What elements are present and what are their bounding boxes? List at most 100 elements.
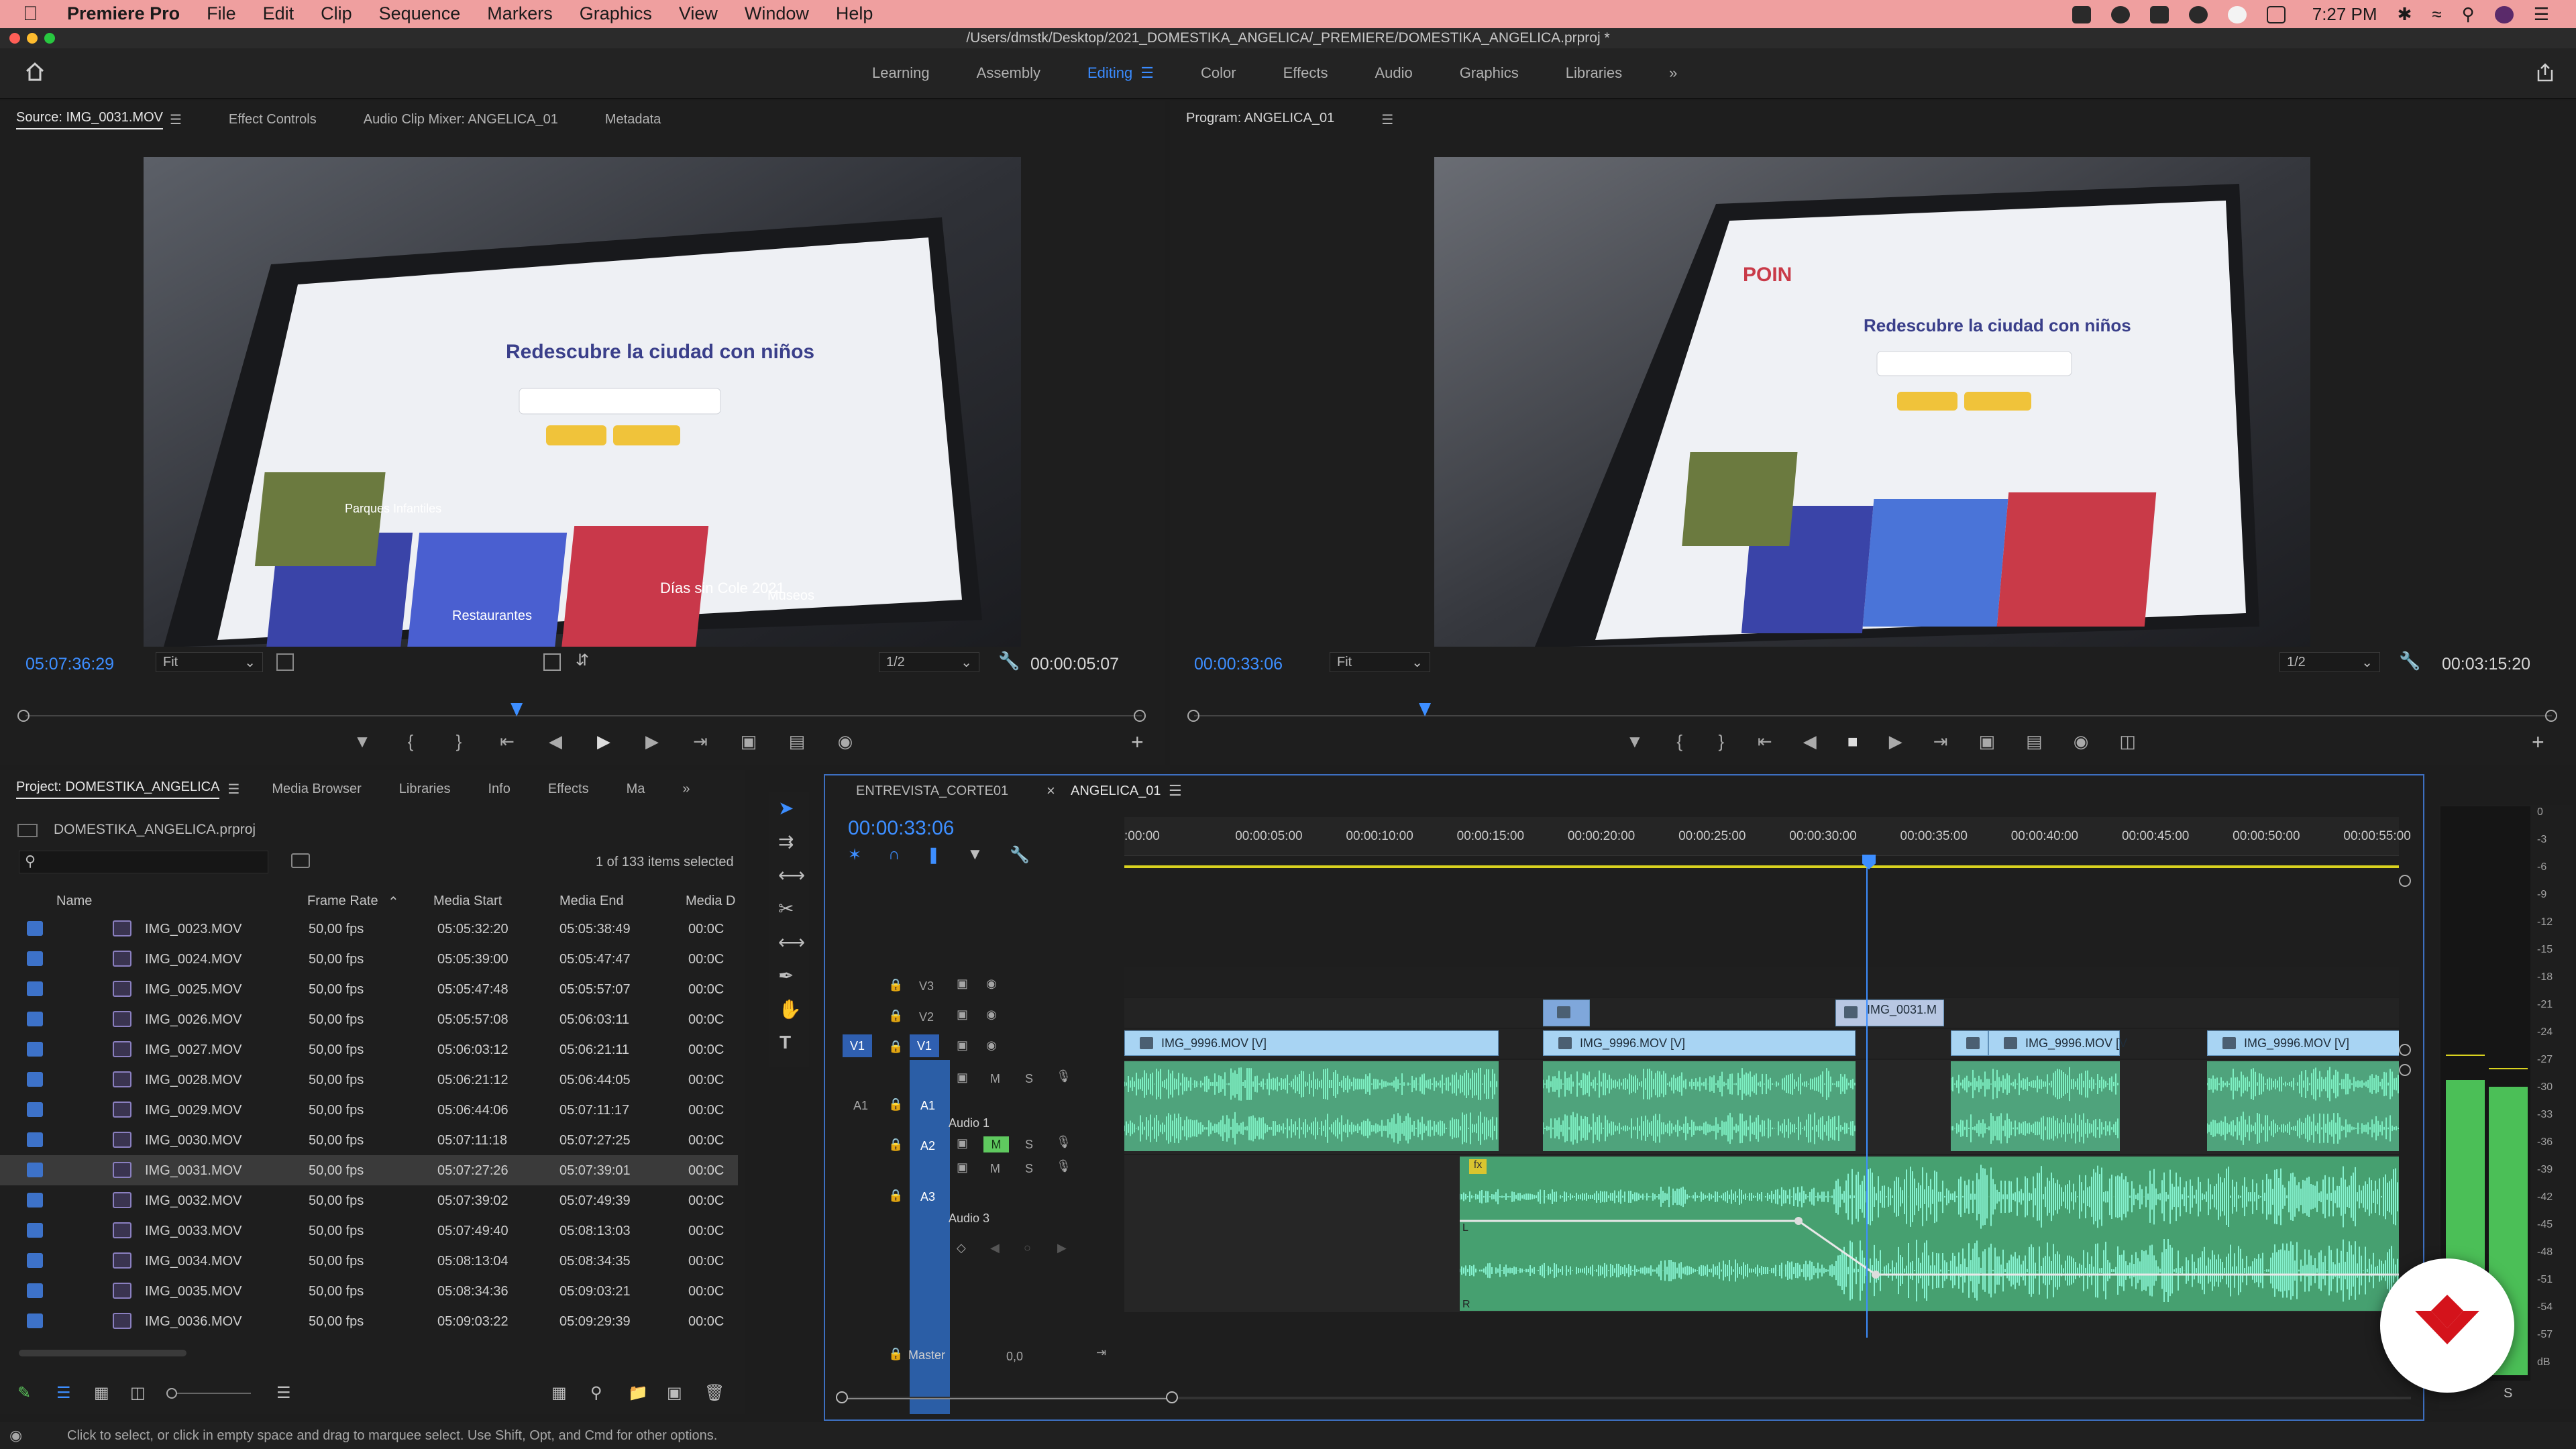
track-label-a2[interactable]: A2 [920,1139,935,1153]
table-row[interactable]: IMG_0026.MOV 50,00 fps 05:05:57:08 05:06:03… [0,1004,738,1034]
source-tab-1[interactable]: Effect Controls [229,112,317,127]
table-row[interactable]: IMG_0029.MOV 50,00 fps 05:06:44:06 05:07:11… [0,1095,738,1125]
icon-view-icon[interactable]: ▦ [94,1383,109,1403]
zoom-handle-left[interactable] [836,1391,848,1403]
insert-icon[interactable]: ⇵ [576,651,589,670]
trash-icon[interactable]: 🗑 [704,1383,724,1403]
voiceover-record-icon[interactable]: 🎙 [1056,1135,1071,1149]
program-resolution-dropdown[interactable]: 1/2 ⌄ [2279,652,2380,672]
program-timecode[interactable]: 00:00:33:06 [1194,655,1283,674]
v2-clip-small[interactable] [1543,1000,1590,1026]
automate-to-sequence-icon[interactable]: ▦ [551,1383,567,1403]
table-row[interactable]: IMG_0025.MOV 50,00 fps 05:05:47:48 05:05:57… [0,974,738,1004]
table-row[interactable]: IMG_0031.MOV 50,00 fps 05:07:27:26 05:07:39… [0,1155,738,1185]
volume-rubberband[interactable] [1460,1157,2399,1311]
control-center-icon[interactable]: ☰ [2534,4,2549,25]
razor-tool-icon[interactable]: ✂ [778,898,794,920]
timeline-zoom-range[interactable] [840,1398,1169,1399]
program-scrubber[interactable] [1194,692,2552,716]
slip-tool-icon[interactable]: ⟷ [778,931,805,953]
label-color-chip[interactable] [27,1072,43,1087]
a1-audio-clip[interactable] [1124,1061,1499,1151]
mark-in-icon[interactable]: { [402,731,419,752]
type-tool-icon[interactable]: T [780,1032,791,1053]
label-color-chip[interactable] [27,921,43,936]
program-fit-dropdown[interactable]: Fit ⌄ [1330,652,1430,672]
project-tab-1[interactable]: Media Browser [272,782,361,797]
v2-clip-img0031[interactable]: IMG_0031.M [1835,1000,1944,1026]
nest-icon[interactable]: ✶ [848,845,861,865]
timeline-ruler[interactable]: :00:00 00:00:05:00 00:00:10:00 00:00:15:00 0… [1124,817,2411,856]
add-button-icon[interactable]: + [2532,730,2544,755]
search-icon[interactable]: ⚲ [2462,4,2475,25]
tab-angelica[interactable]: ANGELICA_01 [1071,784,1161,799]
tab-entrevista[interactable]: ENTREVISTA_CORTE01 [856,784,1008,799]
lock-icon[interactable]: 🔒 [888,1040,903,1054]
lift-icon[interactable]: ▣ [1979,731,1996,752]
col-media-duration[interactable]: Media D [686,894,735,909]
source-fit-dropdown[interactable]: Fit ⌄ [156,652,263,672]
v1-clip[interactable]: IMG_9996.MOV [V] [1124,1030,1499,1056]
menu-app-name[interactable]: Premiere Pro [67,3,180,24]
eye-icon[interactable]: ◉ [986,1008,997,1022]
go-to-out-icon[interactable]: ⇥ [1933,731,1948,752]
export-frame-icon[interactable]: ◉ [837,731,854,752]
table-row[interactable]: IMG_0034.MOV 50,00 fps 05:08:13:04 05:08:34… [0,1246,738,1276]
compare-view-icon[interactable]: ◫ [2119,731,2136,752]
mute-button[interactable]: M [990,1162,1000,1176]
sync-lock-icon[interactable]: ▣ [957,1136,968,1150]
project-tab-3[interactable]: Info [488,782,510,797]
panel-menu-icon[interactable]: ☰ [1381,111,1393,128]
overwrite-edit-icon[interactable]: ▤ [788,731,806,752]
bluetooth-icon[interactable]: ✱ [2398,4,2412,25]
mark-out-icon[interactable]: } [1716,731,1727,752]
add-marker-icon[interactable]: ▼ [354,731,371,752]
screen-mirroring-icon[interactable] [2266,5,2286,23]
menubar-app-icon[interactable] [2227,5,2247,23]
panel-overflow-icon[interactable]: » [682,782,690,797]
track-v3[interactable] [1124,967,2399,997]
eye-icon[interactable]: ◉ [986,977,997,991]
label-color-chip[interactable] [27,1102,43,1117]
label-color-chip[interactable] [27,1012,43,1026]
home-icon[interactable] [24,62,46,82]
track-select-tool-icon[interactable]: ⇉ [778,830,794,853]
step-forward-icon[interactable]: ▶ [1889,731,1902,752]
lock-icon[interactable]: 🔒 [888,1189,903,1203]
lock-icon[interactable]: 🔒 [888,1097,903,1112]
mark-in-icon[interactable]: { [1674,731,1685,752]
source-resolution-dropdown[interactable]: 1/2 ⌄ [879,652,979,672]
mute-button[interactable]: M [990,1072,1000,1086]
source-tab-3[interactable]: Metadata [605,112,661,127]
label-color-chip[interactable] [27,1193,43,1208]
label-color-chip[interactable] [27,981,43,996]
sync-lock-icon[interactable]: ▣ [957,977,968,991]
label-color-chip[interactable] [27,1223,43,1238]
zoom-slider-thumb[interactable] [166,1388,177,1399]
panel-menu-icon[interactable]: ☰ [227,781,239,798]
go-to-end-icon[interactable]: ⇥ [1096,1346,1106,1360]
keyframe-toggle-icon[interactable]: ◇ [957,1241,966,1255]
col-media-end[interactable]: Media End [559,894,624,909]
apple-icon[interactable]:  [23,3,38,25]
solo-button[interactable]: S [1025,1138,1033,1152]
workspace-menu-icon[interactable]: ☰ [1140,64,1154,82]
menubar-app-icon[interactable] [2149,5,2169,23]
workspace-tab-editing[interactable]: Editing [1087,64,1132,82]
stop-icon[interactable]: ■ [1847,731,1858,752]
menubar-app-icon[interactable] [2072,5,2091,23]
source-scrubber[interactable] [25,692,1142,716]
wrench-icon[interactable]: 🔧 [2399,651,2420,672]
linked-selection-icon[interactable]: ❚ [926,845,940,865]
insert-edit-icon[interactable]: ▣ [740,731,757,752]
add-keyframe-icon[interactable]: ○ [1024,1241,1031,1255]
new-item-icon[interactable]: ▣ [667,1383,682,1403]
program-video-frame[interactable]: POIN Redescubre la ciudad con niños [1434,157,2310,647]
voiceover-record-icon[interactable]: 🎙 [1056,1069,1071,1083]
sort-ascending-icon[interactable]: ⌃ [388,894,399,910]
source-timecode[interactable]: 05:07:36:29 [25,655,114,674]
sync-lock-icon[interactable]: ▣ [957,1038,968,1053]
wrench-icon[interactable]: 🔧 [998,651,1020,672]
sync-lock-icon[interactable]: ▣ [957,1161,968,1175]
prev-keyframe-icon[interactable]: ◀ [990,1241,1000,1255]
